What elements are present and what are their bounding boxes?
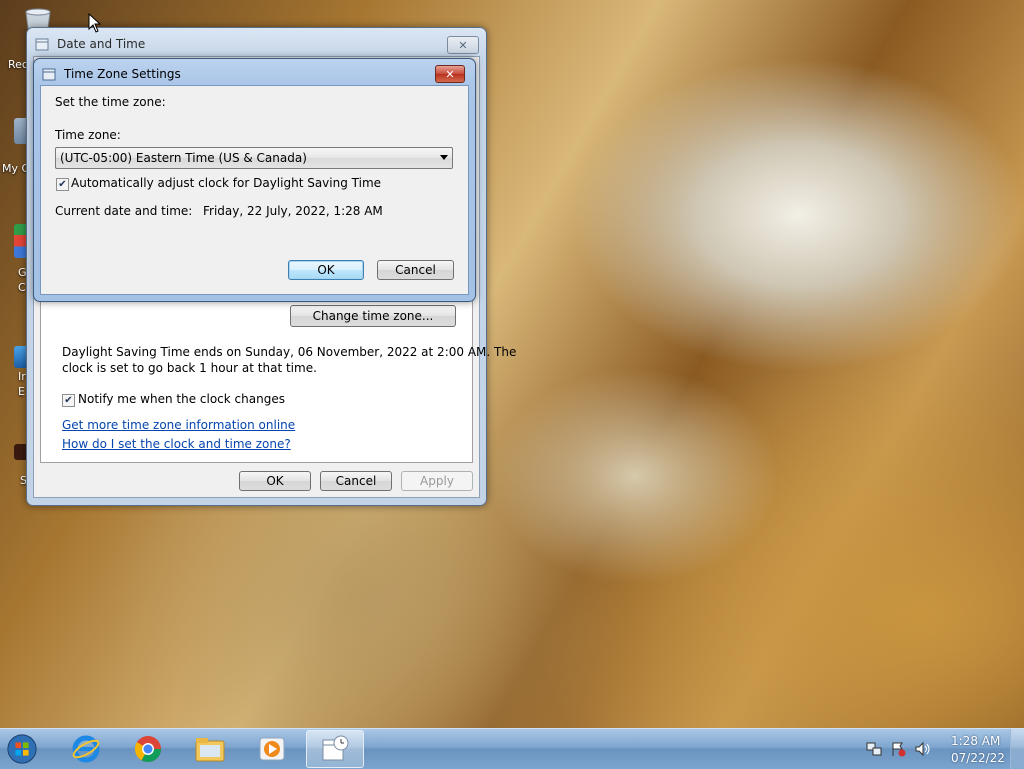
dst-message-line1: Daylight Saving Time ends on Sunday, 06 … — [62, 345, 517, 359]
taskbar: 1:28 AM 07/22/22 — [0, 728, 1024, 769]
time-zone-select[interactable]: (UTC-05:00) Eastern Time (US & Canada) — [55, 147, 453, 169]
dialog-client-area: Set the time zone: Time zone: (UTC-05:00… — [40, 85, 469, 295]
taskbar-chrome[interactable] — [132, 733, 164, 765]
taskbar-date-time[interactable] — [306, 730, 364, 768]
close-icon: ✕ — [458, 38, 468, 52]
taskbar-internet-explorer[interactable] — [70, 733, 102, 765]
date-time-icon — [35, 37, 49, 51]
desktop-icon-label: Ir — [18, 370, 26, 383]
check-icon: ✔ — [64, 394, 73, 406]
how-to-link[interactable]: How do I set the clock and time zone? — [62, 437, 291, 451]
time-zone-icon — [42, 67, 56, 81]
action-center-flag-icon[interactable] — [890, 741, 906, 760]
taskbar-file-explorer[interactable] — [194, 733, 226, 765]
dst-message-line2: clock is set to go back 1 hour at that t… — [62, 361, 317, 375]
chrome-icon — [134, 736, 162, 763]
clock-date[interactable]: 07/22/22 — [951, 751, 1005, 765]
time-zone-value: (UTC-05:00) Eastern Time (US & Canada) — [60, 151, 307, 165]
window-title: Date and Time — [57, 37, 146, 51]
start-button[interactable] — [6, 733, 38, 765]
file-explorer-icon — [195, 738, 225, 762]
network-icon[interactable] — [866, 741, 882, 760]
show-desktop-button[interactable] — [1010, 729, 1024, 769]
desktop-icon-label: Rec — [8, 58, 28, 71]
date-time-icon — [322, 735, 349, 761]
apply-button[interactable]: Apply — [401, 471, 473, 491]
time-zone-label: Time zone: — [55, 128, 121, 142]
current-date-label: Current date and time: — [55, 204, 193, 218]
desktop-icon-label-line2: E — [18, 385, 25, 398]
notify-checkbox[interactable]: ✔ — [62, 394, 75, 407]
change-time-zone-button[interactable]: Change time zone... — [290, 305, 456, 327]
clock-time[interactable]: 1:28 AM — [951, 734, 1000, 748]
current-date-value: Friday, 22 July, 2022, 1:28 AM — [203, 204, 383, 218]
dialog-title: Time Zone Settings — [64, 67, 181, 81]
cancel-button[interactable]: Cancel — [320, 471, 392, 491]
more-info-link[interactable]: Get more time zone information online — [62, 418, 295, 432]
dialog-heading: Set the time zone: — [55, 95, 166, 109]
close-button[interactable]: ✕ — [447, 36, 479, 54]
start-orb-icon — [7, 734, 37, 764]
chevron-down-icon — [440, 155, 448, 160]
mouse-pointer-icon — [88, 12, 102, 36]
close-icon: ✕ — [445, 67, 455, 81]
media-player-icon — [259, 737, 285, 761]
desktop-icon-label-line2: C — [18, 281, 26, 294]
cancel-button[interactable]: Cancel — [377, 260, 454, 280]
dst-label: Automatically adjust clock for Daylight … — [71, 176, 382, 190]
close-button[interactable]: ✕ — [435, 65, 465, 83]
ok-button[interactable]: OK — [288, 260, 364, 280]
ok-button[interactable]: OK — [239, 471, 311, 491]
taskbar-media-player[interactable] — [256, 733, 288, 765]
notify-label: Notify me when the clock changes — [78, 392, 285, 406]
time-zone-dialog: Time Zone Settings ✕ Set the time zone: … — [33, 58, 476, 302]
volume-icon[interactable] — [914, 741, 932, 760]
dst-checkbox[interactable]: ✔ — [56, 178, 69, 191]
check-icon: ✔ — [58, 178, 67, 190]
internet-explorer-icon — [72, 735, 100, 763]
